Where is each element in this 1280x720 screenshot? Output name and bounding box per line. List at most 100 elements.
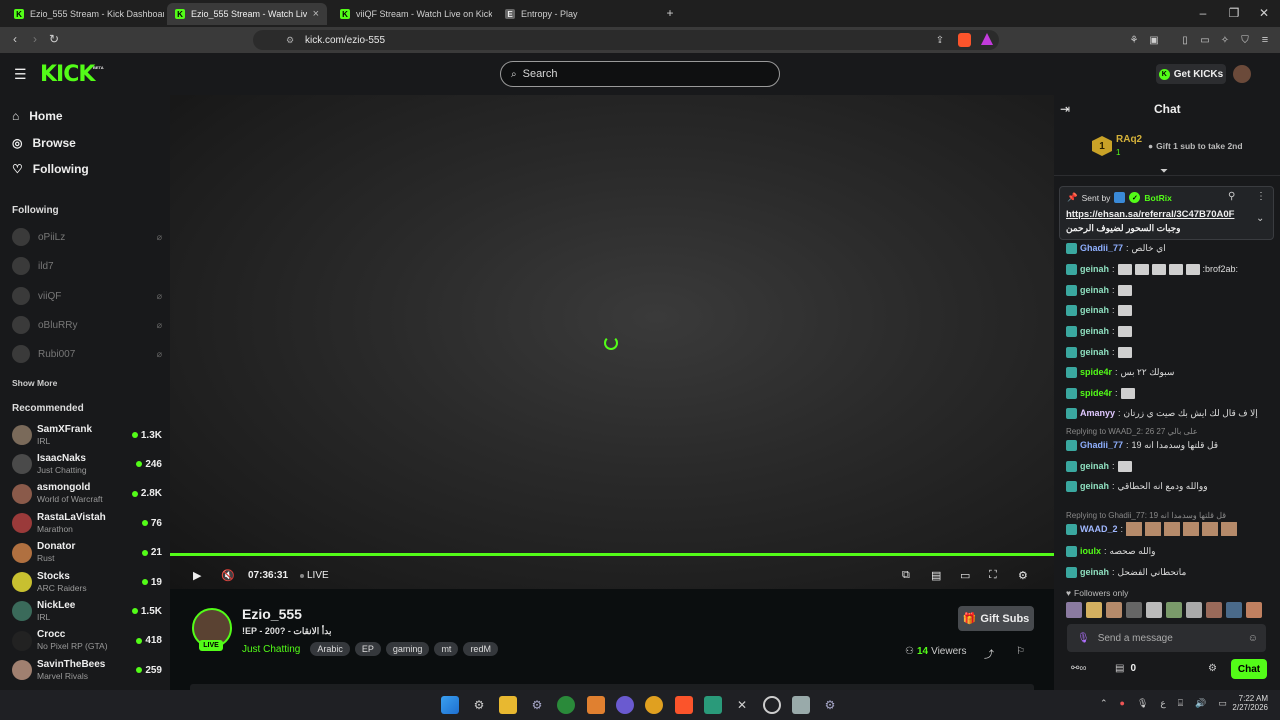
following-item[interactable]: Rubi007 ⌀ bbox=[12, 344, 162, 364]
gift-prompt[interactable]: ● Gift 1 sub to take 2nd bbox=[1148, 141, 1243, 151]
show-more-link[interactable]: Show More bbox=[12, 378, 57, 388]
chat-username[interactable]: Amanyy bbox=[1080, 408, 1115, 418]
reply-context[interactable]: Replying to WAAD_2: 26 27 على بالي bbox=[1066, 427, 1266, 436]
chat-message[interactable]: geinah: ووالله ودمع انه الحطاقي bbox=[1066, 479, 1266, 493]
app-icon[interactable] bbox=[792, 696, 810, 714]
category-link[interactable]: Just Chatting bbox=[242, 644, 300, 655]
recommended-item[interactable]: NickLee IRL 1.5K bbox=[12, 597, 162, 625]
chat-username[interactable]: spide4r bbox=[1080, 367, 1112, 377]
channel-name[interactable]: Ezio_555 bbox=[242, 606, 302, 622]
settings-app-icon[interactable]: ⚙ bbox=[470, 696, 488, 714]
tag-chip[interactable]: mt bbox=[434, 642, 459, 656]
following-item[interactable]: oBluRRy ⌀ bbox=[12, 315, 162, 335]
new-tab-button[interactable]: + bbox=[662, 5, 678, 21]
following-item[interactable]: viiQF ⌀ bbox=[12, 286, 162, 306]
clock[interactable]: 7:22 AM 2/27/2026 bbox=[1226, 694, 1268, 712]
recommended-item[interactable]: Crocc No Pixel RP (GTA) 418 bbox=[12, 627, 162, 655]
recommended-item[interactable]: SamXFrank IRL 1.3K bbox=[12, 421, 162, 449]
chat-username[interactable]: geinah bbox=[1080, 481, 1109, 491]
share-icon[interactable]: ⤴ bbox=[984, 646, 994, 661]
microphone-icon[interactable]: 🎙 bbox=[1077, 633, 1090, 644]
discord-icon[interactable] bbox=[616, 696, 634, 714]
chat-username[interactable]: geinah bbox=[1080, 285, 1109, 295]
chat-message[interactable]: WAAD_2: bbox=[1066, 522, 1266, 536]
fullscreen-icon[interactable]: ⛶ bbox=[989, 569, 997, 582]
recommended-item[interactable]: SavinTheBees Marvel Rivals 259 bbox=[12, 656, 162, 684]
chat-message[interactable]: geinah: bbox=[1066, 459, 1266, 473]
chat-username[interactable]: spide4r bbox=[1080, 388, 1112, 398]
site-info-icon[interactable]: ⚙ bbox=[286, 35, 294, 46]
recommended-item[interactable]: RastaLaVistah Marathon 76 bbox=[12, 509, 162, 537]
chat-username[interactable]: geinah bbox=[1080, 264, 1109, 274]
recommended-item[interactable]: Stocks ARC Raiders 19 bbox=[12, 568, 162, 596]
chat-username[interactable]: geinah bbox=[1080, 305, 1109, 315]
steam-icon[interactable]: ⚙ bbox=[528, 696, 546, 714]
close-tab-icon[interactable]: × bbox=[313, 8, 319, 20]
tab-search-icon[interactable]: ▣ bbox=[1147, 33, 1161, 47]
url-text[interactable]: kick.com/ezio-555 bbox=[305, 35, 385, 46]
mute-icon[interactable]: 🔇 bbox=[221, 569, 235, 582]
search-input[interactable]: ⌕ Search bbox=[500, 61, 780, 87]
chat-username[interactable]: WAAD_2 bbox=[1080, 524, 1118, 534]
leo-ai-icon[interactable]: ✧ bbox=[1218, 33, 1232, 47]
tag-chip[interactable]: gaming bbox=[385, 642, 430, 656]
chat-username[interactable]: Ghadii_77 bbox=[1080, 243, 1123, 253]
brave-icon[interactable] bbox=[675, 696, 693, 714]
nav-browse[interactable]: ◎ Browse bbox=[12, 136, 76, 150]
xbox-icon[interactable] bbox=[557, 696, 575, 714]
close-window-icon[interactable]: ✕ bbox=[1256, 5, 1272, 21]
kicks-icon[interactable]: ⚯∞ bbox=[1071, 663, 1087, 674]
nav-home[interactable]: ⌂ Home bbox=[12, 109, 63, 123]
chat-username[interactable]: Ghadii_77 bbox=[1080, 440, 1123, 450]
chat-message[interactable]: ioulx: والله صحصه bbox=[1066, 544, 1266, 558]
gift-counter[interactable]: ▤ 0 bbox=[1115, 663, 1136, 674]
pip-icon[interactable]: ⧉ bbox=[902, 569, 910, 582]
chat-message[interactable]: geinah: bbox=[1066, 303, 1266, 317]
chat-message[interactable]: geinah::brof2ab: bbox=[1066, 262, 1266, 276]
file-explorer-icon[interactable] bbox=[499, 696, 517, 714]
clip-icon[interactable]: ▤ bbox=[931, 569, 941, 582]
play-icon[interactable]: ▶ bbox=[193, 569, 201, 582]
collapse-chat-icon[interactable]: ⇥ bbox=[1060, 102, 1070, 116]
tag-chip[interactable]: redM bbox=[463, 642, 498, 656]
chat-message[interactable]: geinah: bbox=[1066, 324, 1266, 338]
chat-username[interactable]: geinah bbox=[1080, 567, 1109, 577]
chat-message[interactable]: Amanyy: إلا ف قال لك ايش بك صيت ي زرتان bbox=[1066, 406, 1266, 420]
get-kicks-button[interactable]: K Get KICKs bbox=[1156, 64, 1226, 84]
menu-icon[interactable]: ≡ bbox=[1258, 33, 1272, 47]
progress-bar[interactable] bbox=[170, 553, 1054, 556]
reload-icon[interactable]: ↻ bbox=[47, 32, 61, 46]
expand-chevron-icon[interactable]: ⌄ bbox=[1256, 213, 1264, 224]
chat-message[interactable]: geinah: ماتحطاني الفضحل bbox=[1066, 565, 1266, 579]
chat-input[interactable]: 🎙 Send a message ☺ bbox=[1067, 624, 1266, 652]
theater-mode-icon[interactable]: ▭ bbox=[960, 569, 970, 582]
unpin-icon[interactable]: ⚲ bbox=[1228, 191, 1235, 202]
chat-message[interactable]: spide4r: bbox=[1066, 386, 1266, 400]
following-item[interactable]: ild7 bbox=[12, 256, 162, 276]
reply-context[interactable]: Replying to Ghadii_77: 19 قل قلتها وسدمد… bbox=[1066, 511, 1266, 520]
share-icon[interactable]: ⇪ bbox=[933, 33, 947, 47]
recommended-item[interactable]: asmongold World of Warcraft 2.8K bbox=[12, 480, 162, 508]
gift-subs-button[interactable]: 🎁 Gift Subs bbox=[958, 606, 1034, 631]
system-tray[interactable]: ⌃ ● 🎙 ع ⌸ 🔊 ▭ bbox=[1100, 698, 1227, 709]
sidebar-toggle-icon[interactable]: ▯ bbox=[1178, 33, 1192, 47]
capcut-icon[interactable]: ✕ bbox=[733, 696, 751, 714]
chat-message[interactable]: Ghadii_77: قل قلتها وسدمدا انه 19 bbox=[1066, 438, 1266, 452]
maximize-icon[interactable]: ❐ bbox=[1226, 5, 1242, 21]
wallet-icon[interactable]: ▭ bbox=[1198, 33, 1212, 47]
vpn-icon[interactable]: ⛉ bbox=[1238, 33, 1252, 47]
following-item[interactable]: oPiiLz ⌀ bbox=[12, 227, 162, 247]
browser-tab-dashboard[interactable]: K Ezio_555 Stream - Kick Dashboard bbox=[6, 3, 164, 25]
emoji-icon[interactable]: ☺ bbox=[1248, 633, 1258, 644]
brave-shields-icon[interactable] bbox=[958, 33, 971, 47]
chat-message[interactable]: spide4r: سبولك ٢٢ بس bbox=[1066, 365, 1266, 379]
app-icon[interactable] bbox=[587, 696, 605, 714]
app-icon[interactable] bbox=[704, 696, 722, 714]
browser-tab-ezio[interactable]: K Ezio_555 Stream - Watch Live on Kick × bbox=[167, 3, 327, 25]
tag-chip[interactable]: EP bbox=[354, 642, 381, 656]
chat-username[interactable]: ioulx bbox=[1080, 546, 1101, 556]
tag-chip[interactable]: Arabic bbox=[310, 642, 350, 656]
browser-tab-viiqf[interactable]: KviiQF Stream - Watch Live on Kick bbox=[332, 3, 492, 25]
chat-username[interactable]: geinah bbox=[1080, 347, 1109, 357]
nav-following[interactable]: ♡ Following bbox=[12, 162, 89, 176]
